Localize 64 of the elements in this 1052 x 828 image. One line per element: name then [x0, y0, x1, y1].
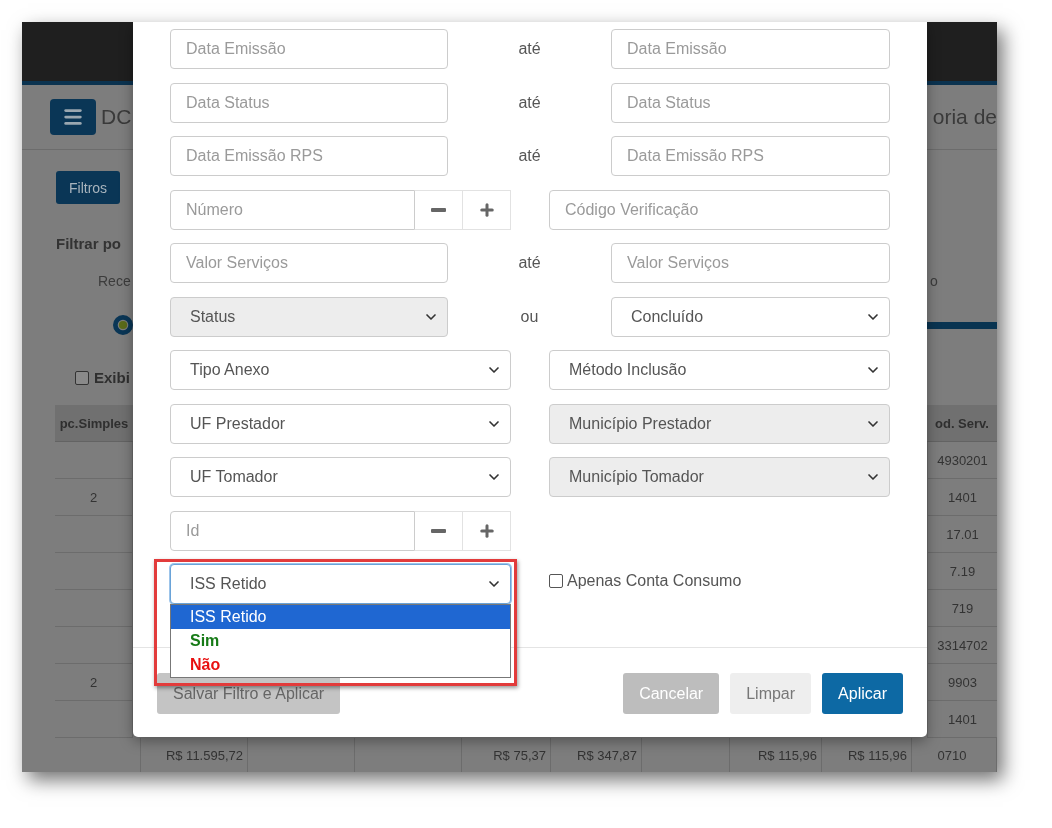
table-cell: R$ 75,37	[462, 738, 551, 772]
decrement-button[interactable]	[415, 510, 463, 551]
clear-button[interactable]: Limpar	[730, 673, 812, 714]
text-field[interactable]: Valor Serviços	[170, 243, 448, 283]
section-heading: Filtrar po	[56, 235, 121, 252]
dropdown-select[interactable]: ISS Retido	[170, 564, 511, 604]
select-value: ISS Retido	[190, 575, 267, 593]
accent-bar	[927, 321, 997, 329]
apply-button[interactable]: Aplicar	[822, 673, 903, 714]
table-cell: 0710	[912, 738, 997, 772]
page-title: oria de	[932, 105, 997, 129]
menu-button[interactable]	[50, 99, 96, 135]
checkbox[interactable]	[75, 370, 89, 385]
number-field[interactable]: Id	[170, 510, 415, 551]
range-separator: até	[518, 93, 541, 112]
select-value: Município Prestador	[569, 414, 712, 433]
plus-icon	[477, 200, 496, 219]
plus-icon	[477, 521, 496, 540]
checkbox-label[interactable]: Apenas Conta Consumo	[549, 572, 742, 590]
select-value: Concluído	[631, 307, 704, 326]
text-field[interactable]: Data Status	[170, 82, 448, 123]
menu-icon	[62, 106, 84, 128]
select-value: Município Tomador	[569, 468, 704, 486]
dropdown-option[interactable]: ISS Retido	[171, 605, 510, 629]
select-value: UF Prestador	[190, 414, 286, 433]
range-separator: até	[518, 40, 541, 58]
text-field[interactable]: Data Emissão	[170, 29, 448, 69]
checkbox[interactable]	[549, 574, 563, 588]
minus-icon	[431, 207, 446, 212]
table-header: od. Serv.	[927, 405, 997, 442]
select-value: Tipo Anexo	[190, 361, 270, 379]
page-title: DC	[101, 105, 132, 129]
dropdown-select[interactable]: Tipo Anexo	[170, 350, 511, 390]
range-separator: ou	[520, 307, 539, 326]
minus-icon	[431, 528, 446, 533]
select-value: Status	[190, 307, 236, 326]
checkbox-label: Exibi	[94, 369, 130, 386]
decrement-button[interactable]	[415, 189, 463, 230]
table-cell: R$ 115,96	[730, 738, 822, 772]
text-field[interactable]: Data Emissão	[611, 29, 890, 69]
text-field[interactable]: Código Verificação	[549, 189, 890, 230]
dropdown-select[interactable]: Método Inclusão	[549, 350, 890, 390]
dropdown-select[interactable]: UF Tomador	[170, 457, 511, 497]
dropdown-select[interactable]: UF Prestador	[170, 403, 511, 444]
table-cell: R$ 115,96	[822, 738, 912, 772]
text-field[interactable]: Valor Serviços	[611, 243, 890, 283]
number-field[interactable]: Número	[170, 189, 415, 230]
table-header: pc.Simples	[55, 405, 133, 442]
increment-button[interactable]	[463, 510, 511, 551]
select-value: UF Tomador	[190, 468, 278, 486]
filters-button[interactable]: Filtros	[56, 171, 121, 204]
text-field[interactable]: Data Status	[611, 82, 890, 123]
dropdown-select[interactable]: Concluído	[611, 296, 890, 337]
select-value: Método Inclusão	[569, 361, 687, 379]
range-separator: até	[518, 254, 541, 272]
table-cell: R$ 11.595,72	[141, 738, 248, 772]
range-separator: até	[518, 147, 541, 165]
dropdown-option[interactable]: Sim	[171, 629, 510, 653]
text-field[interactable]: Data Emissão RPS	[170, 136, 448, 176]
legend-label: o	[930, 273, 938, 289]
legend-label: Rece	[98, 273, 131, 289]
text-field[interactable]: Data Emissão RPS	[611, 136, 890, 176]
table-cell: R$ 347,87	[551, 738, 642, 772]
increment-button[interactable]	[463, 189, 511, 230]
